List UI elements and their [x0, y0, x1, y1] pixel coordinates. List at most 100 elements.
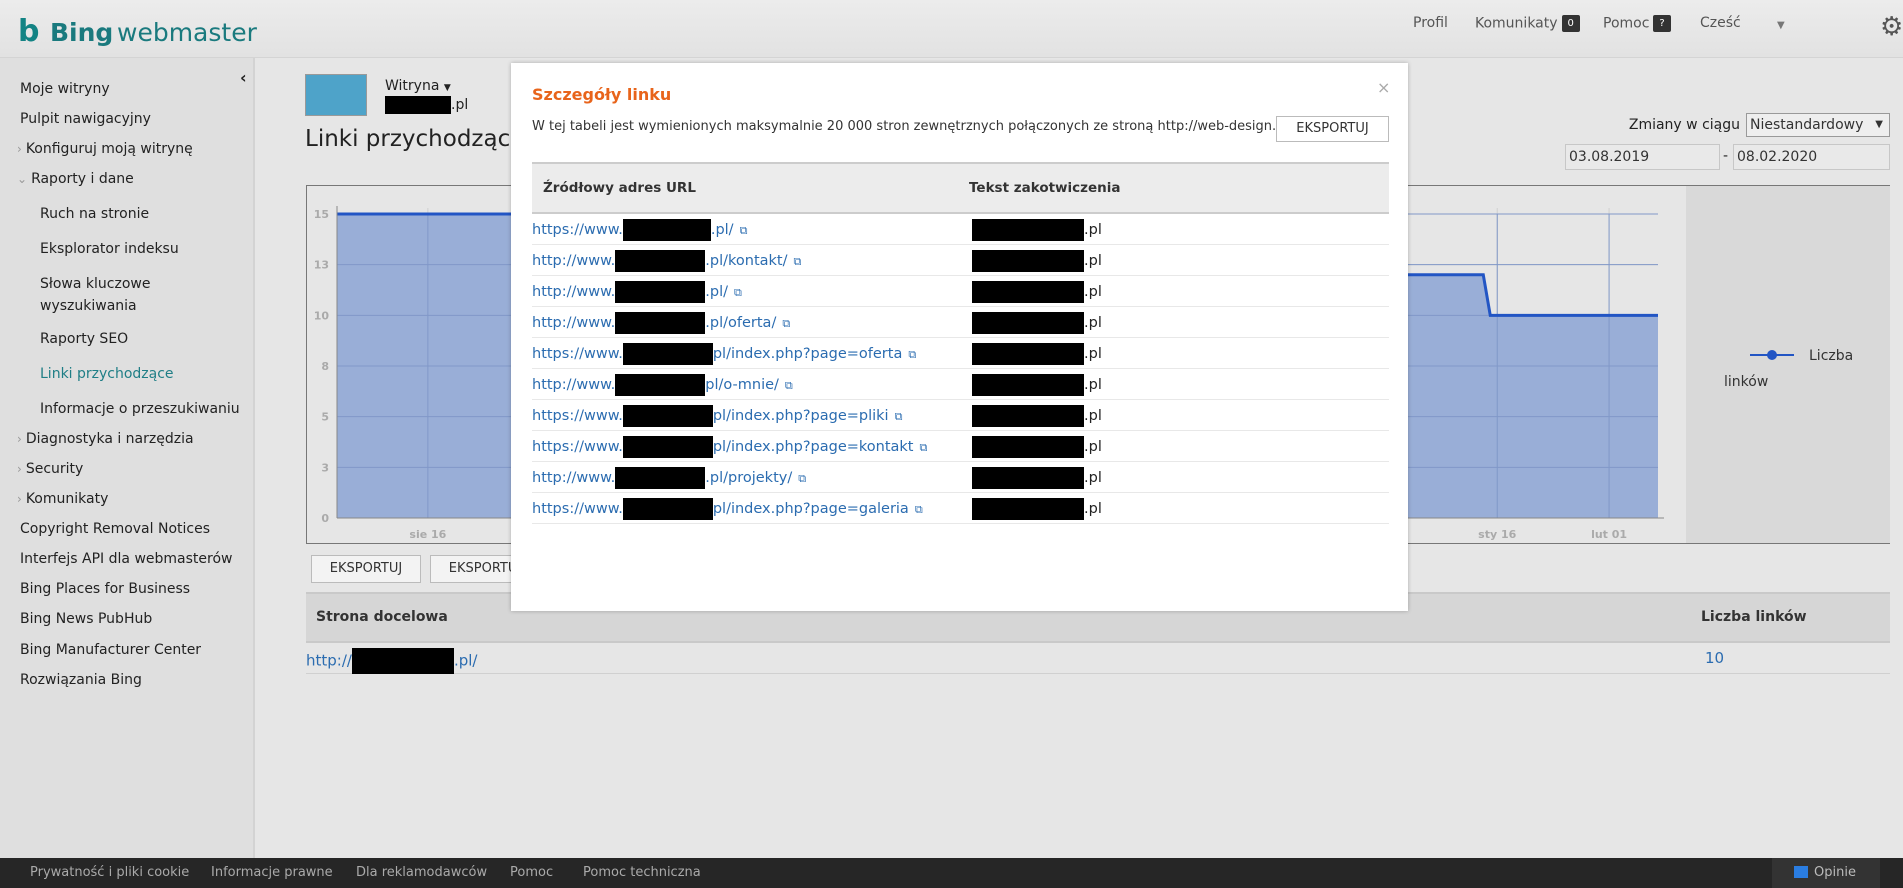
sidebar-item-label: Komunikaty: [25, 491, 109, 507]
footer-link-legal[interactable]: Informacje prawne: [211, 865, 333, 880]
nav-help[interactable]: Pomoc?: [1603, 15, 1671, 32]
table-row: https://www. pl/index.php?page=kontakt ⧉ .p…: [532, 431, 1389, 462]
url-prefix: http://www.: [532, 284, 616, 300]
nav-profile[interactable]: Profil: [1413, 15, 1448, 31]
date-to-input[interactable]: 08.02.2020: [1733, 144, 1890, 170]
gear-icon[interactable]: ⚙: [1880, 12, 1903, 42]
legend-label: Liczba linków: [1724, 348, 1854, 390]
redacted-block: [972, 405, 1084, 427]
url-suffix: .pl/oferta/: [705, 315, 777, 331]
external-link-icon[interactable]: ⧉: [782, 317, 790, 330]
external-link-icon[interactable]: ⧉: [798, 472, 806, 485]
sidebar-item[interactable]: Rozwiązania Bing: [20, 671, 142, 689]
source-url-link[interactable]: https://www. pl/index.php?page=pliki ⧉: [532, 405, 902, 427]
sidebar-item[interactable]: Informacje o przeszukiwaniu: [40, 400, 240, 418]
external-link-icon[interactable]: ⧉: [920, 441, 928, 454]
source-url-link[interactable]: http://www. .pl/ ⧉: [532, 281, 742, 303]
export-button[interactable]: EKSPORTUJ: [311, 555, 421, 583]
bing-logo-icon[interactable]: b: [18, 14, 39, 49]
anchor-suffix: .pl: [1084, 346, 1102, 362]
sidebar-item[interactable]: Bing Manufacturer Center: [20, 641, 201, 659]
external-link-icon[interactable]: ⧉: [785, 379, 793, 392]
sidebar-item[interactable]: Ruch na stronie: [40, 205, 149, 223]
close-icon[interactable]: ×: [1377, 78, 1390, 97]
col-anchor-text[interactable]: Tekst zakotwiczenia: [969, 180, 1121, 196]
sidebar-item[interactable]: › Security: [17, 460, 83, 478]
user-dropdown-caret-icon[interactable]: ▼: [1777, 20, 1785, 31]
url-prefix: http://www.: [532, 470, 616, 486]
table-row: https://www. pl/index.php?page=galeria ⧉ .p…: [532, 493, 1389, 524]
source-url-link[interactable]: https://www. pl/index.php?page=kontakt ⧉: [532, 436, 927, 458]
sidebar-item[interactable]: › Komunikaty: [17, 490, 108, 508]
source-url-link[interactable]: http://www. pl/o-mnie/ ⧉: [532, 374, 793, 396]
footer-link-help[interactable]: Pomoc: [510, 865, 553, 880]
sidebar-item[interactable]: Eksplorator indeksu: [40, 240, 179, 258]
sidebar-item[interactable]: Słowa kluczowe wyszukiwania: [40, 273, 190, 317]
nav-messages-label: Komunikaty: [1475, 15, 1558, 32]
footer-link-advertisers[interactable]: Dla reklamodawców: [356, 865, 487, 880]
url-suffix: pl/index.php?page=pliki: [712, 408, 889, 424]
period-select[interactable]: Niestandardowy ▼: [1746, 113, 1890, 137]
sidebar-item[interactable]: Raporty SEO: [40, 330, 128, 348]
col-target-page[interactable]: Strona docelowa: [316, 609, 448, 625]
sidebar-item-label: Moje witryny: [20, 81, 110, 97]
source-url-link[interactable]: https://www. pl/index.php?page=galeria ⧉: [532, 498, 923, 520]
link-count-value[interactable]: 10: [1705, 649, 1724, 667]
site-domain: .pl: [385, 96, 468, 114]
sidebar-item[interactable]: Interfejs API dla webmasterów: [20, 550, 232, 568]
external-link-icon[interactable]: ⧉: [895, 410, 903, 423]
sidebar-item[interactable]: Bing Places for Business: [20, 580, 190, 598]
anchor-text: .pl: [972, 405, 1102, 427]
external-link-icon[interactable]: ⧉: [734, 286, 742, 299]
sidebar-item[interactable]: Linki przychodzące: [40, 365, 174, 383]
redacted-block: [972, 374, 1084, 396]
sidebar-item[interactable]: Pulpit nawigacyjny: [20, 110, 151, 128]
x-tick-label: lut 01: [1591, 528, 1627, 541]
footer-link-support[interactable]: Pomoc techniczna: [583, 865, 701, 880]
source-url-link[interactable]: http://www. .pl/kontakt/ ⧉: [532, 250, 801, 272]
source-url-link[interactable]: http://www. .pl/oferta/ ⧉: [532, 312, 790, 334]
col-source-url[interactable]: Źródłowy adres URL: [543, 180, 696, 196]
anchor-suffix: .pl: [1084, 470, 1102, 486]
target-page-link[interactable]: http:// .pl/: [306, 648, 477, 674]
sidebar-item-label: Ruch na stronie: [40, 206, 150, 222]
sidebar-item[interactable]: Moje witryny: [20, 80, 110, 98]
external-link-icon[interactable]: ⧉: [794, 255, 802, 268]
source-url-link[interactable]: https://www. pl/index.php?page=oferta ⧉: [532, 343, 916, 365]
source-url-link[interactable]: http://www. .pl/projekty/ ⧉: [532, 467, 806, 489]
sidebar-item[interactable]: Copyright Removal Notices: [20, 520, 210, 538]
sidebar-item[interactable]: › Diagnostyka i narzędzia: [17, 430, 194, 448]
sidebar-item[interactable]: › Konfiguruj moją witrynę: [17, 140, 193, 158]
nav-messages[interactable]: Komunikaty 0: [1475, 15, 1580, 32]
user-greeting[interactable]: Cześć: [1700, 15, 1741, 31]
footer-link-privacy[interactable]: Prywatność i pliki cookie: [30, 865, 189, 880]
redacted-block: [615, 467, 706, 489]
collapse-sidebar-chevron-icon[interactable]: ‹: [240, 68, 247, 87]
redacted-block: [972, 343, 1084, 365]
feedback-button[interactable]: Opinie: [1772, 858, 1880, 888]
site-selector[interactable]: Witryna ▼: [385, 78, 451, 94]
external-link-icon[interactable]: ⧉: [908, 348, 916, 361]
table-row: http://www. pl/o-mnie/ ⧉ .pl: [532, 369, 1389, 400]
sidebar-item-label: Raporty SEO: [40, 331, 129, 347]
sidebar-item-label: Konfiguruj moją witrynę: [25, 141, 193, 157]
table-row: https://www. .pl/ ⧉ .pl: [532, 214, 1389, 245]
col-link-count[interactable]: Liczba linków: [1701, 609, 1807, 625]
modal-export-button[interactable]: EKSPORTUJ: [1276, 116, 1389, 142]
sidebar-item-label: Diagnostyka i narzędzia: [25, 431, 194, 447]
logo-webmaster-text[interactable]: webmaster: [117, 18, 257, 47]
sidebar-item[interactable]: Bing News PubHub: [20, 610, 152, 628]
logo-bing-text[interactable]: Bing: [50, 18, 113, 47]
external-link-icon[interactable]: ⧉: [915, 503, 923, 516]
url-suffix: pl/index.php?page=galeria: [712, 501, 909, 517]
x-tick-label: sie 16: [409, 528, 446, 541]
sidebar-item[interactable]: ⌄ Raporty i dane: [17, 170, 134, 188]
date-from-input[interactable]: 03.08.2019: [1565, 144, 1720, 170]
modal-description: W tej tabeli jest wymienionych maksymaln…: [532, 119, 1316, 134]
sidebar-item-label: Bing News PubHub: [20, 611, 153, 627]
url-suffix: .pl/projekty/: [705, 470, 793, 486]
external-link-icon[interactable]: ⧉: [740, 224, 748, 237]
site-thumbnail: [305, 74, 367, 116]
source-url-link[interactable]: https://www. .pl/ ⧉: [532, 219, 747, 241]
redacted-block: [972, 312, 1084, 334]
